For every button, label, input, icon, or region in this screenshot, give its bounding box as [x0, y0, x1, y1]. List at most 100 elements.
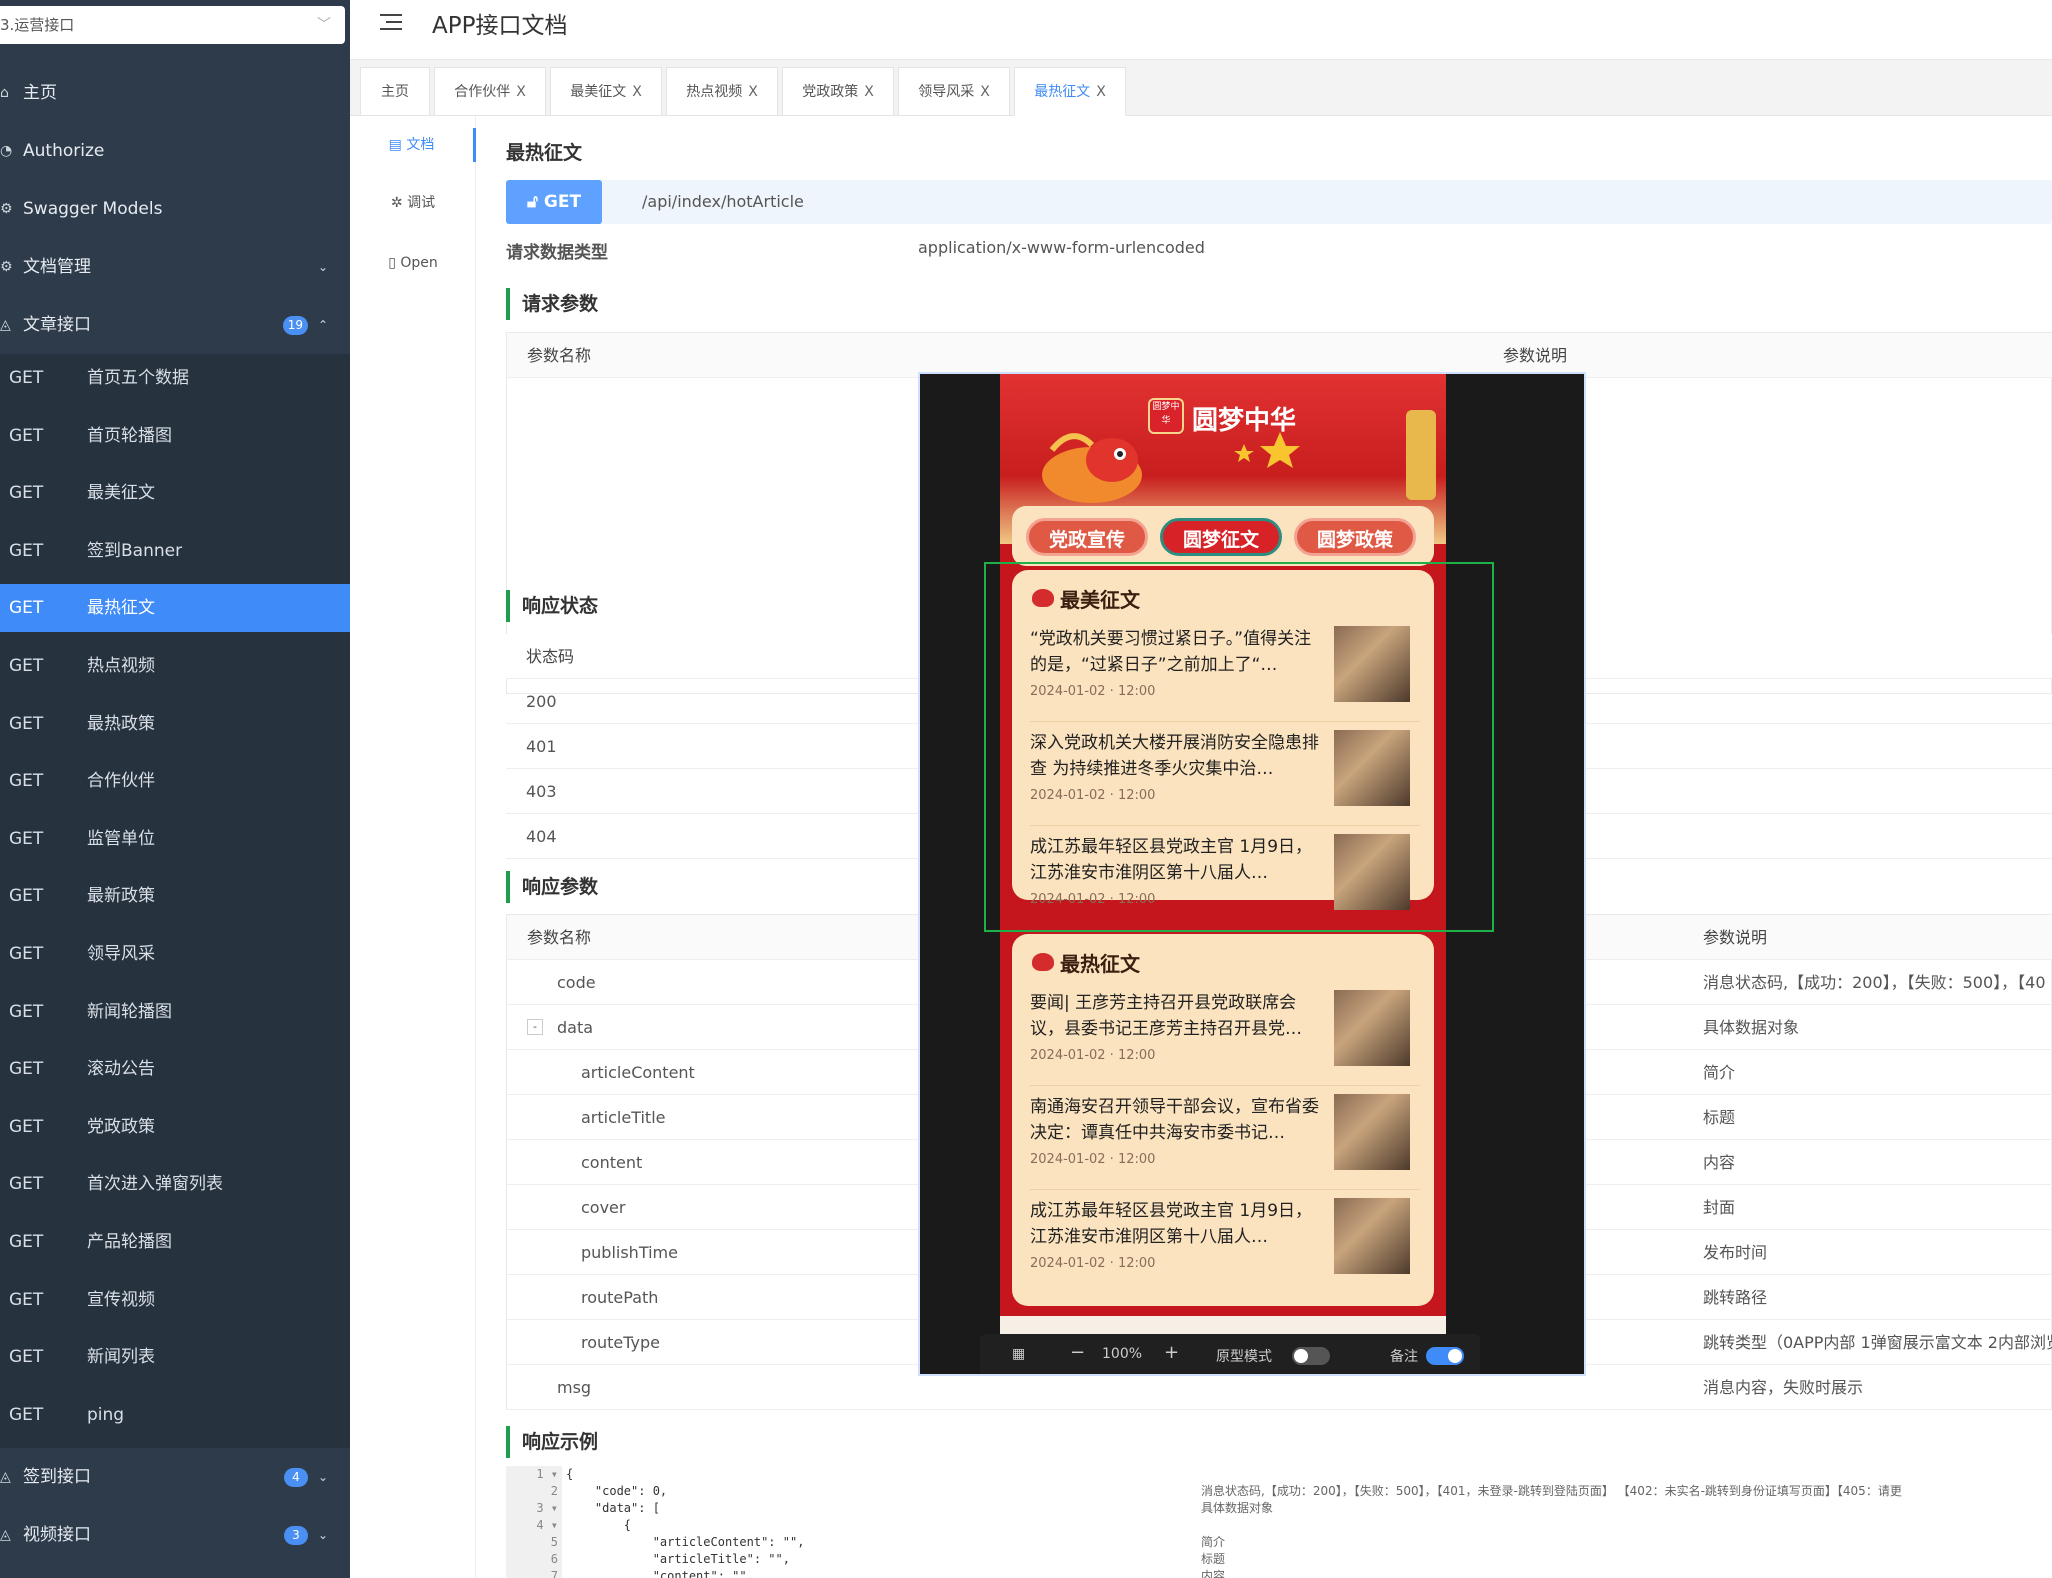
api-list-item[interactable]: GET 滚动公告	[0, 1045, 350, 1093]
tab-label: 党政政策	[802, 84, 859, 100]
http-method: GET	[9, 1174, 44, 1195]
sidebar-item-authorize[interactable]: ◔ Authorize	[0, 122, 350, 180]
close-icon[interactable]: X	[1096, 84, 1106, 100]
param-name: routeType	[581, 1333, 661, 1352]
zoom-in-button[interactable]: +	[1164, 1342, 1179, 1363]
api-list-item[interactable]: GET 新闻轮播图	[0, 988, 350, 1036]
http-method: GET	[9, 368, 44, 388]
code-line: {	[566, 1467, 574, 1481]
close-icon[interactable]: X	[516, 84, 526, 100]
api-list-item[interactable]: GET 热点视频	[0, 642, 350, 690]
tab-label: 最美征文	[570, 84, 627, 100]
content-type-value: application/x-www-form-urlencoded	[918, 238, 1205, 257]
method-button[interactable]: 🔓︎ GET	[506, 180, 602, 224]
sidebar-item-article-api[interactable]: ◬ 文章接口 19 ⌃	[0, 296, 350, 354]
http-method: GET	[9, 540, 44, 561]
authorize-icon: ◔	[0, 143, 13, 159]
api-label: 签到Banner	[87, 540, 183, 561]
sidebar-item-home[interactable]: ⌂ 主页	[0, 64, 350, 122]
api-list-item[interactable]: GET ping	[0, 1391, 350, 1439]
api-list-item[interactable]: GET 合作伙伴	[0, 757, 350, 805]
param-name: content	[581, 1153, 643, 1172]
http-method: GET	[9, 1001, 44, 1022]
param-desc: 消息状态码,【成功：200】，【失败：500】，【40	[1703, 973, 2046, 992]
code-editor[interactable]: 1 ▾ 2 3 ▾ 4 ▾ 5 6 7 { "code": 0, "data":…	[506, 1466, 2052, 1578]
tab-home[interactable]: 主页	[360, 67, 430, 116]
api-list-item[interactable]: GET 最热征文	[0, 584, 350, 633]
tab-hot-essays[interactable]: 最热征文 X	[1014, 67, 1126, 116]
api-list-item[interactable]: GET 最热政策	[0, 700, 350, 748]
phone-tab[interactable]: 党政宣传	[1026, 518, 1148, 556]
zoom-out-button[interactable]: −	[1070, 1342, 1085, 1363]
sidebar-item-doc-manage[interactable]: ⚙ 文档管理 ⌄	[0, 238, 350, 296]
tab-partners[interactable]: 合作伙伴 X	[434, 67, 546, 116]
api-list-item[interactable]: GET 监管单位	[0, 815, 350, 863]
api-list-item[interactable]: GET 首页五个数据	[0, 354, 350, 402]
http-method: GET	[9, 771, 44, 792]
article-item[interactable]: 南通海安召开领导干部会议，宣布省委决定：谭真任中共海安市委书记… 2024-01…	[1030, 1086, 1420, 1190]
flower-icon	[1032, 953, 1054, 971]
code-comment: 消息状态码,【成功：200】，【失败：500】，【401，未登录-跳转到登陆页面…	[1201, 1484, 1902, 1498]
api-label: 党政政策	[87, 1116, 155, 1137]
file-icon: ▯	[388, 255, 401, 271]
api-list-item[interactable]: GET 产品轮播图	[0, 1218, 350, 1266]
sidebar-item-signin-api[interactable]: ◬ 签到接口 4 ⌄	[0, 1448, 350, 1506]
api-list-item[interactable]: GET 首次进入弹窗列表	[0, 1160, 350, 1208]
tab-best-essays[interactable]: 最美征文 X	[550, 67, 662, 116]
param-name: articleTitle	[581, 1108, 666, 1127]
group-icon: ◬	[0, 1527, 11, 1543]
api-list-item[interactable]: GET 领导风采	[0, 930, 350, 978]
project-select[interactable]: 3.运营接口 ﹀	[0, 6, 345, 44]
count-badge: 19	[282, 316, 308, 335]
close-icon[interactable]: X	[748, 84, 758, 100]
phone-tab[interactable]: 圆梦征文	[1160, 518, 1282, 556]
api-list-item[interactable]: GET 签到Banner	[0, 527, 350, 575]
http-method: GET	[9, 1404, 44, 1425]
api-list-item[interactable]: GET 首页轮播图	[0, 412, 350, 460]
close-icon[interactable]: X	[632, 84, 642, 100]
docnav-debug[interactable]: ✲ 调试	[350, 186, 476, 220]
close-icon[interactable]: X	[980, 84, 990, 100]
tab-hot-videos[interactable]: 热点视频 X	[666, 67, 778, 116]
api-list-item[interactable]: GET 党政政策	[0, 1103, 350, 1151]
sidebar-item-video-api[interactable]: ◬ 视频接口 3 ⌄	[0, 1506, 350, 1564]
docnav-label: 文档	[406, 137, 435, 153]
http-method: GET	[9, 828, 44, 849]
param-desc: 封面	[1703, 1198, 1736, 1217]
zoom-level: 100%	[1102, 1346, 1143, 1362]
tab-leaders[interactable]: 领导风采 X	[898, 67, 1010, 116]
tab-party-policy[interactable]: 党政政策 X	[782, 67, 894, 116]
menu-toggle-icon[interactable]	[380, 10, 404, 34]
article-item[interactable]: 成江苏最年轻区县党政主官 1月9日，江苏淮安市淮阴区第十八届人… 2024-01…	[1030, 1190, 1420, 1294]
http-method: GET	[9, 656, 44, 676]
param-name: cover	[581, 1198, 626, 1217]
status-code: 404	[526, 827, 557, 846]
sidebar-item-label: 视频接口	[23, 1525, 91, 1545]
column-header: 状态码	[526, 647, 575, 666]
phone-tab[interactable]: 圆梦政策	[1294, 518, 1416, 556]
tab-label: 最热征文	[1034, 84, 1091, 100]
api-list-item[interactable]: GET 最新政策	[0, 872, 350, 920]
api-list-item[interactable]: GET 最美征文	[0, 469, 350, 517]
proto-mode-toggle[interactable]	[1292, 1347, 1330, 1365]
line-number: 3 ▾	[536, 1501, 558, 1515]
docnav-doc[interactable]: ▤ 文档	[350, 128, 476, 162]
api-list-item[interactable]: GET 新闻列表	[0, 1333, 350, 1381]
image-preview-overlay[interactable]: 圆梦中华 圆梦中华 党政宣传 圆梦征文 圆梦政策 最美征文 “党政机关要习惯过紧…	[918, 372, 1586, 1376]
docnav-open[interactable]: ▯ Open	[350, 246, 476, 280]
notes-toggle[interactable]	[1426, 1347, 1464, 1365]
doc-icon: ▤	[388, 137, 407, 153]
api-label: 首页轮播图	[87, 425, 172, 446]
article-item[interactable]: 要闻| 王彦芳主持召开县党政联席会议，县委书记王彦芳主持召开县党… 2024-0…	[1030, 982, 1420, 1086]
http-method: GET	[9, 1232, 44, 1252]
expand-toggle[interactable]: -	[527, 1019, 543, 1035]
docnav-label: Open	[400, 255, 438, 271]
close-icon[interactable]: X	[864, 84, 874, 100]
api-label: 监管单位	[87, 828, 155, 849]
line-number: 2	[550, 1484, 558, 1498]
grid-icon[interactable]: ▦	[1012, 1346, 1025, 1362]
sidebar-item-swagger-models[interactable]: ⚙ Swagger Models	[0, 180, 350, 238]
api-list-item[interactable]: GET 宣传视频	[0, 1276, 350, 1324]
group-icon: ◬	[0, 1469, 11, 1485]
article-date: 2024-01-02 · 12:00	[1030, 1152, 1156, 1167]
